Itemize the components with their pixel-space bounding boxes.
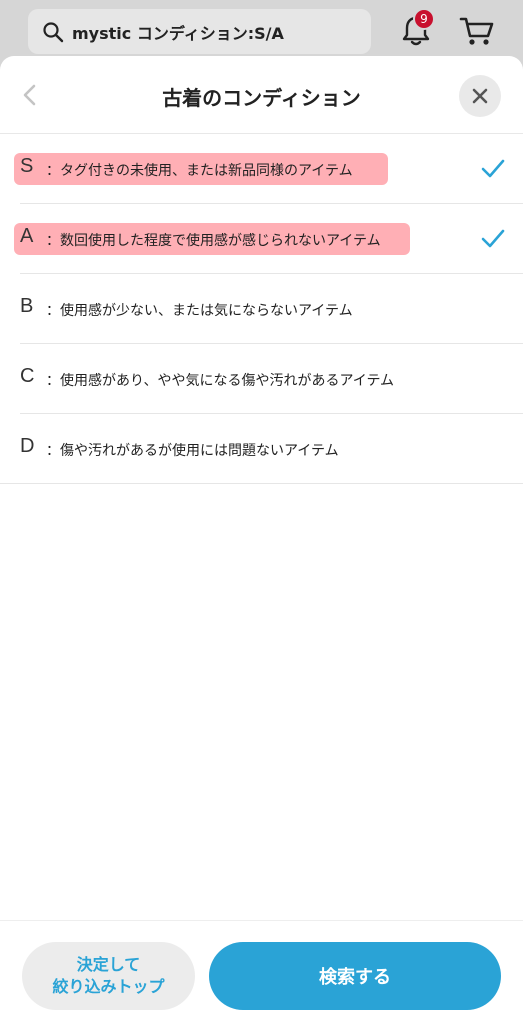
option-description: ：使用感があり、やや気になる傷や汚れがあるアイテム [46, 373, 395, 389]
search-query: mystic コンディション:S/A [72, 23, 284, 43]
button-label-line1: 決定して [76, 955, 141, 974]
option-s[interactable]: S ：タグ付きの未使用、または新品同様のアイテム [14, 134, 523, 204]
option-description: ：使用感が少ない、または気にならないアイテム [46, 303, 353, 319]
option-description: ：数回使用した程度で使用感が感じられないアイテム [46, 233, 381, 249]
search-button[interactable]: 検索する [209, 942, 501, 1010]
option-letter: D [20, 435, 35, 457]
condition-options: S ：タグ付きの未使用、または新品同様のアイテム A ：数回使用した程度で使用感… [0, 134, 523, 484]
option-b[interactable]: B ：使用感が少ない、または気にならないアイテム [20, 274, 523, 344]
option-description: ：タグ付きの未使用、または新品同様のアイテム [46, 163, 353, 179]
search-icon [43, 21, 64, 42]
condition-sheet: 古着のコンディション S ：タグ付きの未使用、または新品同様のアイテム A ：数… [0, 56, 523, 1024]
top-bar: mystic コンディション:S/A 9 [0, 0, 523, 62]
option-letter: A [20, 225, 34, 247]
option-c[interactable]: C ：使用感があり、やや気になる傷や汚れがあるアイテム [20, 344, 523, 414]
search-input[interactable]: mystic コンディション:S/A [28, 9, 371, 54]
button-label-line2: 絞り込みトップ [52, 977, 165, 996]
option-letter: B [20, 295, 34, 317]
check-icon [481, 159, 505, 178]
close-icon [472, 88, 488, 104]
sheet-header: 古着のコンディション [0, 56, 523, 134]
footer-bar: 決定して 絞り込みトップ 検索する [0, 920, 523, 1024]
sheet-title: 古着のコンディション [162, 86, 361, 110]
option-letter: C [20, 365, 35, 387]
notification-badge: 9 [413, 8, 435, 30]
option-description: ：傷や汚れがあるが使用には問題ないアイテム [46, 443, 339, 459]
check-icon [481, 229, 505, 248]
option-d[interactable]: D ：傷や汚れがあるが使用には問題ないアイテム [0, 414, 523, 484]
option-a[interactable]: A ：数回使用した程度で使用感が感じられないアイテム [14, 204, 523, 274]
close-button[interactable] [459, 75, 501, 117]
option-letter: S [20, 155, 34, 177]
apply-to-filter-top-button[interactable]: 決定して 絞り込みトップ [22, 942, 195, 1010]
cart-icon[interactable] [459, 14, 495, 48]
